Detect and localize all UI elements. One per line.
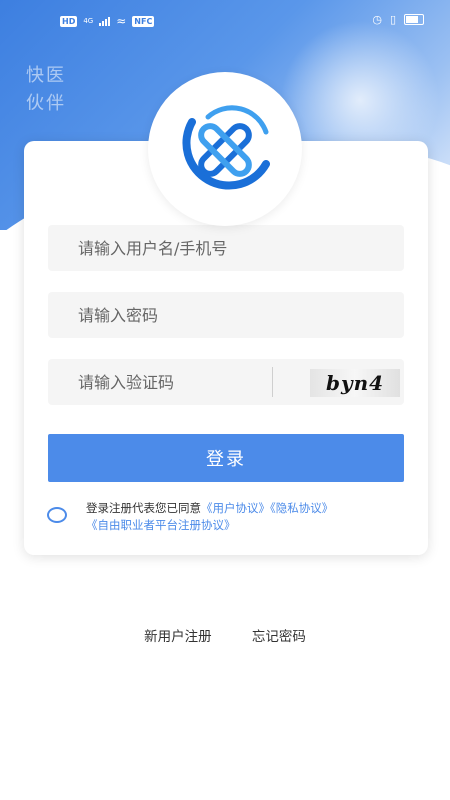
app-logo	[148, 72, 302, 226]
register-link[interactable]: 新用户注册	[144, 625, 212, 645]
hd-badge: HD	[60, 15, 78, 27]
agreement-text: 登录注册代表您已同意《用户协议》《隐私协议》 《自由职业者平台注册协议》	[86, 500, 406, 534]
brand-line-2: 伙伴	[26, 93, 66, 114]
password-field[interactable]	[48, 292, 404, 338]
captcha-divider	[272, 367, 273, 397]
vibrate-icon: ▯	[389, 13, 396, 26]
wifi-icon: ≈	[116, 14, 127, 28]
privacy-agreement-link[interactable]: 《隐私协议》	[270, 501, 333, 515]
forgot-password-link[interactable]: 忘记密码	[252, 625, 306, 645]
network-type: 4G	[83, 17, 94, 25]
captcha-input[interactable]	[48, 359, 270, 405]
brand-line-1: 快医	[26, 65, 66, 86]
nfc-badge: NFC	[132, 15, 155, 27]
password-input[interactable]	[48, 292, 404, 338]
signal-icon	[99, 16, 111, 26]
user-agreement-link[interactable]: 《用户协议》	[201, 501, 270, 515]
battery-icon	[404, 14, 424, 25]
username-input[interactable]	[48, 225, 404, 271]
captcha-field[interactable]: byn4	[48, 359, 404, 405]
username-field[interactable]	[48, 225, 404, 271]
freelancer-agreement-link[interactable]: 《自由职业者平台注册协议》	[86, 518, 236, 532]
brand-slogan: 快医 伙伴	[26, 62, 66, 118]
status-bar: HD 4G ≈ NFC ◷ ▯	[0, 0, 450, 40]
cross-plus-logo-icon	[182, 105, 270, 190]
login-button[interactable]: 登录	[48, 434, 404, 482]
footer-links: 新用户注册 忘记密码	[0, 625, 450, 645]
alarm-icon: ◷	[372, 13, 382, 26]
agreement-prefix: 登录注册代表您已同意	[86, 501, 201, 515]
captcha-image[interactable]: byn4	[310, 369, 400, 397]
agreement-checkbox[interactable]	[47, 507, 67, 523]
captcha-code: byn4	[325, 371, 385, 395]
